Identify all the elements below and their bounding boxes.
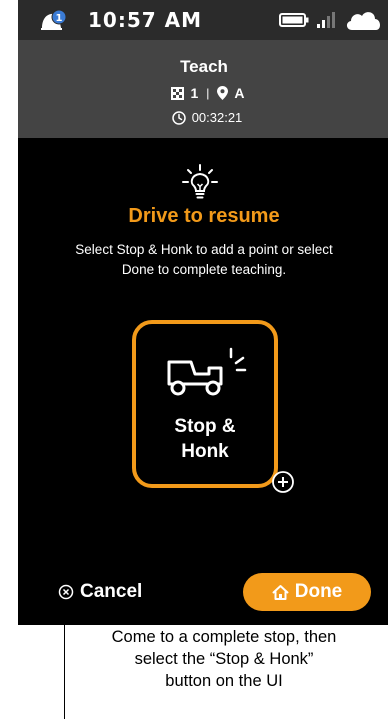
elapsed-timer: 00:32:21: [18, 110, 388, 125]
instruction-title: Drive to resume: [128, 205, 280, 227]
header: Teach 1 | A 00:32:21: [18, 40, 388, 138]
add-icon[interactable]: [271, 470, 295, 494]
status-time: 10:57 AM: [88, 8, 203, 32]
callout-line: [64, 625, 65, 719]
cancel-icon: [58, 584, 74, 600]
signal-icon: [317, 12, 335, 28]
notification-icon[interactable]: 1: [38, 9, 68, 33]
instruction-description: Select Stop & Honk to add a point or sel…: [75, 242, 333, 277]
cloud-icon: [346, 12, 381, 30]
clock-icon: [171, 110, 186, 125]
route-icon: [171, 86, 185, 100]
stop-honk-label-line2: Honk: [181, 441, 229, 462]
lightbulb-icon: [182, 164, 218, 199]
done-button[interactable]: Done: [243, 573, 371, 611]
stop-honk-label-line1: Stop &: [174, 416, 236, 437]
timer-value: 00:32:21: [191, 110, 243, 125]
stop-honk-button[interactable]: Stop & Honk: [132, 320, 278, 488]
stop-honk-label: Stop & Honk: [136, 414, 274, 464]
page-title: Teach: [180, 57, 228, 76]
separator: |: [206, 86, 210, 100]
location-label: A: [234, 85, 245, 101]
route-number: 1: [190, 85, 199, 101]
callout-line1: Come to a complete stop, then: [111, 628, 337, 646]
callout-line2: select the “Stop & Honk”: [134, 650, 314, 668]
instruction-callout: Come to a complete stop, then select the…: [70, 626, 378, 692]
callout-line3: button on the UI: [165, 672, 283, 690]
truck-honk-icon: [167, 347, 247, 396]
done-label: Done: [294, 581, 343, 602]
cancel-label: Cancel: [80, 581, 143, 602]
location-pin-icon: [217, 86, 229, 100]
cancel-button[interactable]: Cancel: [58, 575, 142, 609]
route-info: 1 | A: [18, 85, 388, 101]
home-icon: [272, 584, 289, 600]
notification-count: 1: [56, 13, 63, 24]
status-bar: 1 10:57 AM: [18, 0, 388, 40]
battery-icon: [279, 13, 309, 27]
device-screen: 1 10:57 AM Teach 1 | A 00:32:21 Drive to…: [18, 0, 388, 625]
